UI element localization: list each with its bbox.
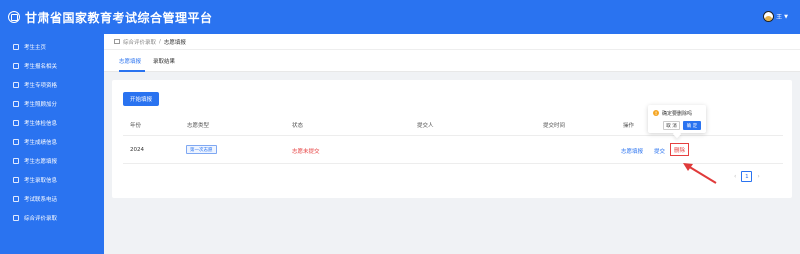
annotation-arrow-icon — [683, 163, 717, 184]
top-header: 甘肃省国家教育考试综合管理平台 王 ▼ — [0, 0, 800, 34]
breadcrumb-current: 志愿填报 — [163, 39, 186, 46]
document-icon — [13, 63, 19, 69]
tabs-bar: 志愿填报 录取结果 — [104, 50, 800, 72]
volunteer-type-tag: 第一次志愿 — [186, 145, 217, 154]
sidebar-item-label: 考生报名相关 — [24, 64, 58, 70]
prev-page-button[interactable]: ‹ — [734, 173, 736, 180]
sidebar-item-qualification[interactable]: 考生专项资格 — [0, 78, 104, 92]
sidebar-item-registration[interactable]: 考生报名相关 — [0, 59, 104, 73]
sidebar-item-contact[interactable]: 考试联系电话 — [0, 192, 104, 206]
cell-year: 2024 — [130, 147, 144, 153]
user-menu[interactable]: 王 ▼ — [763, 11, 788, 22]
column-header-submit-time: 提交时间 — [543, 123, 566, 129]
home-icon[interactable] — [114, 39, 120, 44]
breadcrumb-parent[interactable]: 综合评价录取 — [123, 38, 156, 46]
sidebar-item-label: 考生成绩信息 — [24, 140, 58, 146]
plus-icon — [13, 101, 19, 107]
sidebar-item-label: 考生录取信息 — [24, 178, 58, 184]
tab-admission-result[interactable]: 录取结果 — [153, 57, 175, 65]
submit-link[interactable]: 提交 — [654, 147, 665, 155]
checklist-icon — [13, 158, 19, 164]
column-header-status: 状态 — [292, 123, 304, 129]
breadcrumb: 综合评价录取 / 志愿填报 — [104, 34, 800, 50]
sidebar-item-label: 综合评价录取 — [24, 216, 58, 222]
user-name[interactable]: 王 — [776, 12, 782, 21]
status-badge: 志愿未提交 — [292, 149, 320, 155]
column-header-year: 年份 — [130, 123, 142, 129]
chevron-down-icon[interactable]: ▼ — [784, 14, 788, 20]
sidebar: 考生主页 考生报名相关 考生专项资格 考生照顾加分 考生体检信息 考生成绩信息 … — [0, 34, 104, 254]
sidebar-item-label: 考生主页 — [24, 45, 47, 51]
sidebar-item-label: 考试联系电话 — [24, 197, 58, 203]
sidebar-item-physical[interactable]: 考生体检信息 — [0, 116, 104, 130]
sidebar-item-scores[interactable]: 考生成绩信息 — [0, 135, 104, 149]
tab-volunteer-fill[interactable]: 志愿填报 — [119, 57, 141, 65]
chart-icon — [13, 139, 19, 145]
start-fill-button[interactable]: 开始填报 — [123, 92, 159, 106]
logo-icon — [8, 11, 20, 23]
sidebar-item-admission[interactable]: 考生录取信息 — [0, 173, 104, 187]
column-header-actions: 操作 — [623, 123, 635, 129]
table-header-divider — [123, 135, 783, 136]
document-icon — [13, 177, 19, 183]
next-page-button[interactable]: › — [757, 173, 759, 180]
avatar[interactable] — [763, 11, 775, 22]
column-header-submitter: 提交人 — [417, 123, 434, 129]
sidebar-item-bonus[interactable]: 考生照顾加分 — [0, 97, 104, 111]
cancel-button[interactable]: 取 消 — [663, 121, 680, 130]
breadcrumb-separator: / — [159, 38, 161, 45]
delete-link[interactable]: 删除 — [670, 143, 689, 156]
volunteer-fill-link[interactable]: 志愿填报 — [621, 147, 643, 155]
pagination: ‹ 1 › — [734, 171, 760, 182]
column-header-type: 志愿类型 — [187, 123, 210, 129]
confirm-button[interactable]: 确 定 — [683, 121, 701, 130]
sidebar-item-label: 考生专项资格 — [24, 83, 58, 89]
phone-icon — [13, 196, 19, 202]
user-icon — [13, 44, 19, 50]
confirm-message: 确定要删除吗 — [662, 111, 693, 117]
page-number-button[interactable]: 1 — [741, 171, 753, 182]
sidebar-item-home[interactable]: 考生主页 — [0, 40, 104, 54]
sidebar-item-volunteer[interactable]: 考生志愿填报 — [0, 154, 104, 168]
warning-icon: ! — [653, 110, 659, 116]
sidebar-item-label: 考生体检信息 — [24, 121, 58, 127]
app-title: 甘肃省国家教育考试综合管理平台 — [25, 11, 213, 25]
sidebar-item-comprehensive[interactable]: 综合评价录取 — [0, 211, 104, 225]
sidebar-item-label: 考生志愿填报 — [24, 159, 58, 165]
shield-icon — [13, 120, 19, 126]
badge-icon — [13, 82, 19, 88]
delete-confirm-popover: ! 确定要删除吗 取 消 确 定 — [648, 105, 706, 133]
star-icon — [13, 215, 19, 221]
active-tab-indicator — [119, 70, 145, 72]
sidebar-item-label: 考生照顾加分 — [24, 102, 58, 108]
